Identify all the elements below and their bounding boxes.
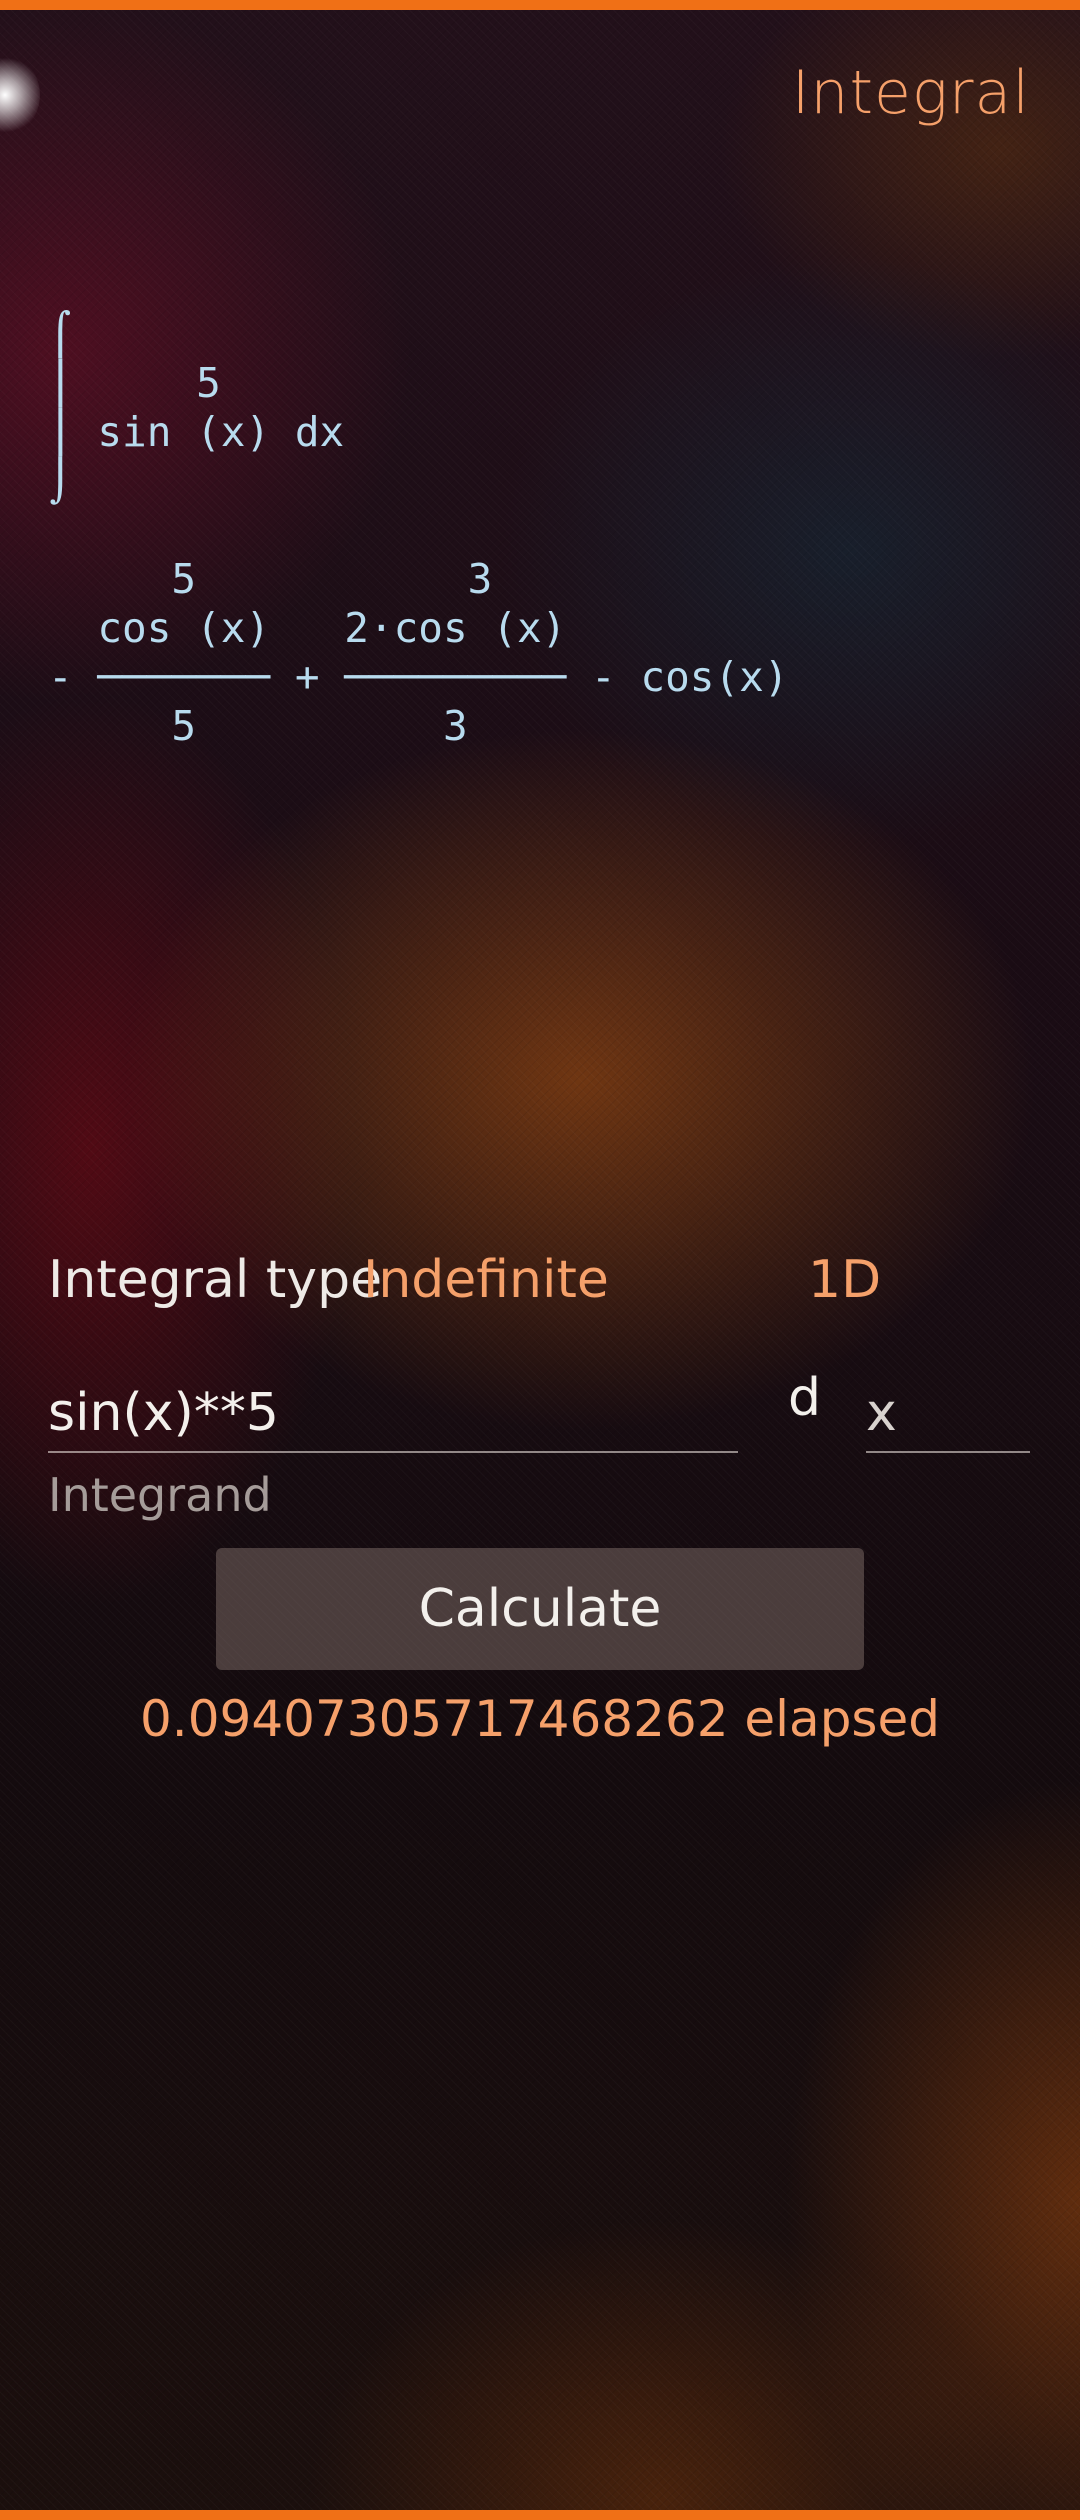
- integral-type-value[interactable]: Indefinite: [363, 1250, 609, 1310]
- integral-result: 5 3 cos (x) 2⋅cos (x) - ─────── + ──────…: [48, 555, 789, 750]
- integrand-label: Integrand: [48, 1468, 272, 1522]
- page-title: Integral: [791, 58, 1030, 128]
- integrand-input[interactable]: [48, 1375, 738, 1453]
- top-accent-edge: [0, 0, 1080, 10]
- variable-input[interactable]: [866, 1375, 1030, 1453]
- bottom-accent-edge: [0, 2510, 1080, 2520]
- integral-expression: ⌠ ⎮ 5 ⎮ sin (x) dx ⌡: [48, 310, 345, 505]
- elapsed-time: 0.09407305717468262 elapsed: [140, 1690, 940, 1748]
- integral-type-label: Integral type: [48, 1250, 383, 1310]
- integral-type-selector[interactable]: Integral type Indefinite 1D: [48, 1250, 1032, 1320]
- dimension-selector[interactable]: 1D: [808, 1250, 881, 1310]
- differential-label: d: [788, 1368, 822, 1428]
- calculate-button[interactable]: Calculate: [216, 1548, 864, 1670]
